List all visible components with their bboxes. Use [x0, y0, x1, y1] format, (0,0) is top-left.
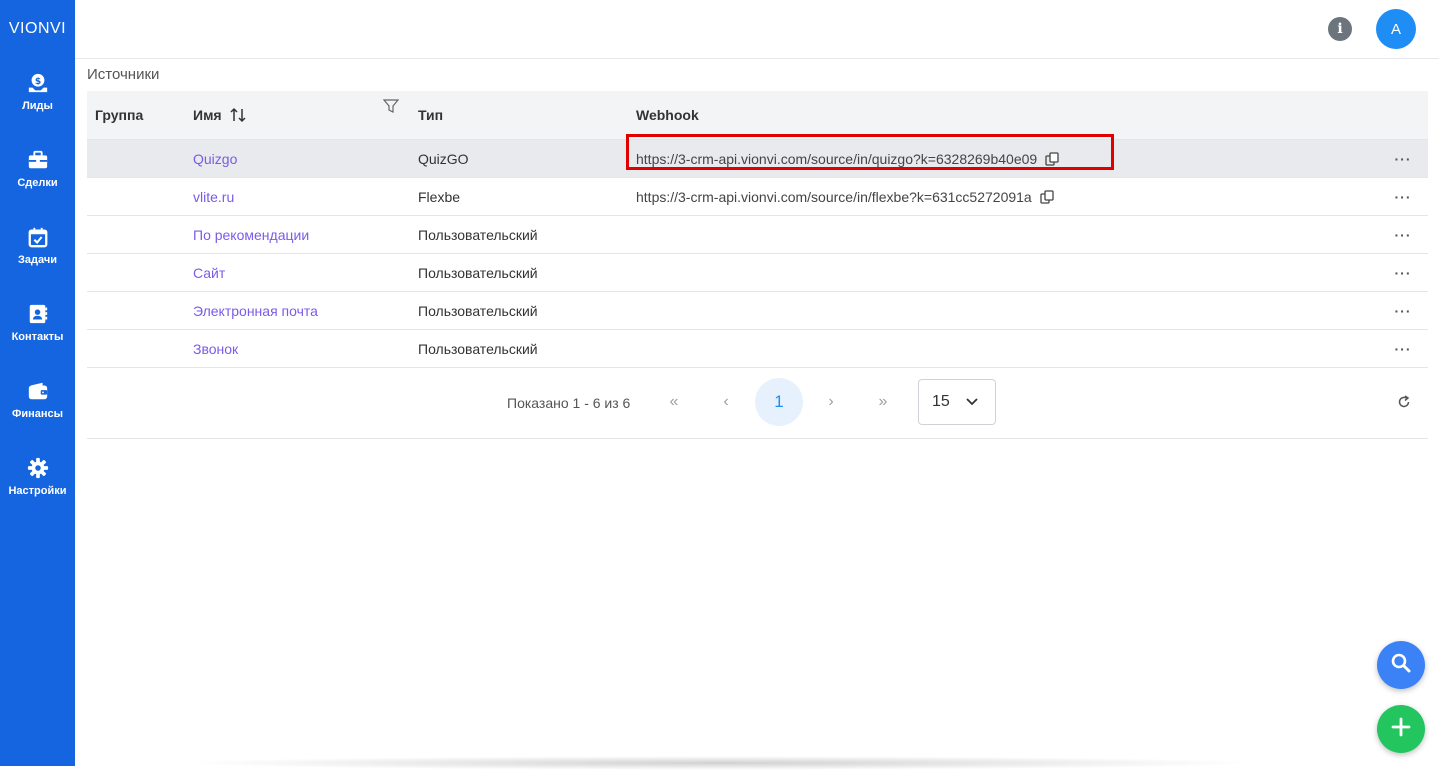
- table-row[interactable]: Звонок Пользовательский ···: [87, 330, 1428, 368]
- column-header-group: Группа: [95, 107, 144, 123]
- svg-text:$: $: [34, 76, 40, 87]
- cell-type: Пользовательский: [418, 264, 538, 281]
- cell-type: Пользовательский: [418, 302, 538, 319]
- sidebar-item-tasks[interactable]: Задачи: [0, 212, 75, 289]
- column-header-webhook: Webhook: [636, 107, 699, 123]
- table-row[interactable]: vlite.ru Flexbe https://3-crm-api.vionvi…: [87, 178, 1428, 216]
- gear-icon: [27, 457, 49, 479]
- top-bar: [75, 0, 1439, 59]
- table-row[interactable]: По рекомендации Пользовательский ···: [87, 216, 1428, 254]
- per-page-select[interactable]: 15: [918, 379, 996, 425]
- row-actions-button[interactable]: ···: [1378, 303, 1428, 319]
- info-icon[interactable]: i: [1328, 17, 1352, 41]
- leads-icon: $: [27, 72, 49, 94]
- row-actions-button[interactable]: ···: [1378, 227, 1428, 243]
- row-actions-button[interactable]: ···: [1378, 265, 1428, 281]
- cell-webhook: https://3-crm-api.vionvi.com/source/in/q…: [626, 133, 1378, 170]
- table-row[interactable]: Quizgo QuizGO https://3-crm-api.vionvi.c…: [87, 133, 1428, 178]
- sidebar-item-label: Задачи: [18, 254, 57, 266]
- wallet-icon: [27, 380, 49, 402]
- copy-icon[interactable]: [1040, 189, 1054, 204]
- sidebar: VIONVI $ Лиды Сделки Задачи Контакты Фин…: [0, 0, 75, 766]
- sidebar-item-contacts[interactable]: Контакты: [0, 289, 75, 366]
- source-name-link[interactable]: Quizgo: [193, 151, 237, 167]
- next-page-button[interactable]: ›: [807, 378, 855, 426]
- row-actions-button[interactable]: ···: [1378, 189, 1428, 205]
- sidebar-item-settings[interactable]: Настройки: [0, 443, 75, 520]
- sidebar-item-finance[interactable]: Финансы: [0, 366, 75, 443]
- calendar-check-icon: [27, 226, 49, 248]
- briefcase-icon: [27, 149, 49, 171]
- sidebar-item-label: Финансы: [11, 408, 64, 420]
- plus-icon: [1390, 716, 1412, 743]
- pagination-info: Показано 1 - 6 из 6: [507, 395, 631, 411]
- copy-icon[interactable]: [1045, 151, 1059, 166]
- table-row[interactable]: Электронная почта Пользовательский ···: [87, 292, 1428, 330]
- webhook-url: https://3-crm-api.vionvi.com/source/in/q…: [636, 150, 1038, 167]
- source-name-link[interactable]: vlite.ru: [193, 189, 234, 205]
- last-page-button[interactable]: »: [859, 378, 907, 426]
- brand-logo[interactable]: VIONVI: [0, 0, 75, 58]
- column-header-name[interactable]: Имя: [193, 99, 418, 123]
- refresh-icon[interactable]: [1397, 395, 1411, 414]
- table-row[interactable]: Сайт Пользовательский ···: [87, 254, 1428, 292]
- row-actions-button[interactable]: ···: [1378, 151, 1428, 167]
- chevron-down-icon: [965, 394, 979, 413]
- cell-type: Пользовательский: [418, 226, 538, 243]
- webhook-url: https://3-crm-api.vionvi.com/source/in/f…: [636, 188, 1032, 205]
- pagination: Показано 1 - 6 из 6 « ‹ 1 › » 15: [87, 368, 1428, 439]
- page-title: Источники: [87, 66, 160, 83]
- row-actions-button[interactable]: ···: [1378, 341, 1428, 357]
- search-icon: [1390, 652, 1412, 679]
- source-name-link[interactable]: Сайт: [193, 265, 225, 281]
- cell-type: Пользовательский: [418, 340, 538, 357]
- cell-type: Flexbe: [418, 188, 461, 205]
- cell-type: QuizGO: [418, 150, 469, 167]
- source-name-link[interactable]: Электронная почта: [193, 303, 318, 319]
- table-header: Группа Имя Тип Webhook: [87, 91, 1428, 140]
- sidebar-item-deals[interactable]: Сделки: [0, 135, 75, 212]
- bottom-shadow: [180, 756, 1260, 770]
- source-name-link[interactable]: По рекомендации: [193, 227, 309, 243]
- cell-webhook: https://3-crm-api.vionvi.com/source/in/f…: [636, 189, 1378, 205]
- sidebar-item-label: Сделки: [17, 177, 58, 189]
- sidebar-item-label: Лиды: [22, 100, 53, 112]
- per-page-value: 15: [932, 393, 950, 410]
- sidebar-item-label: Контакты: [11, 331, 64, 343]
- avatar[interactable]: A: [1376, 9, 1416, 49]
- filter-icon[interactable]: [382, 98, 400, 117]
- sidebar-item-leads[interactable]: $ Лиды: [0, 58, 75, 135]
- search-fab-button[interactable]: [1377, 641, 1425, 689]
- sources-table: Группа Имя Тип Webhook Quizgo QuizGO htt…: [87, 91, 1428, 368]
- first-page-button[interactable]: «: [650, 378, 698, 426]
- column-header-type: Тип: [418, 107, 444, 123]
- contact-book-icon: [27, 303, 49, 325]
- sort-icon[interactable]: [230, 107, 246, 123]
- add-fab-button[interactable]: [1377, 705, 1425, 753]
- current-page-button[interactable]: 1: [755, 378, 803, 426]
- source-name-link[interactable]: Звонок: [193, 341, 238, 357]
- prev-page-button[interactable]: ‹: [702, 378, 750, 426]
- sidebar-item-label: Настройки: [8, 485, 67, 497]
- column-header-name-label: Имя: [193, 107, 222, 123]
